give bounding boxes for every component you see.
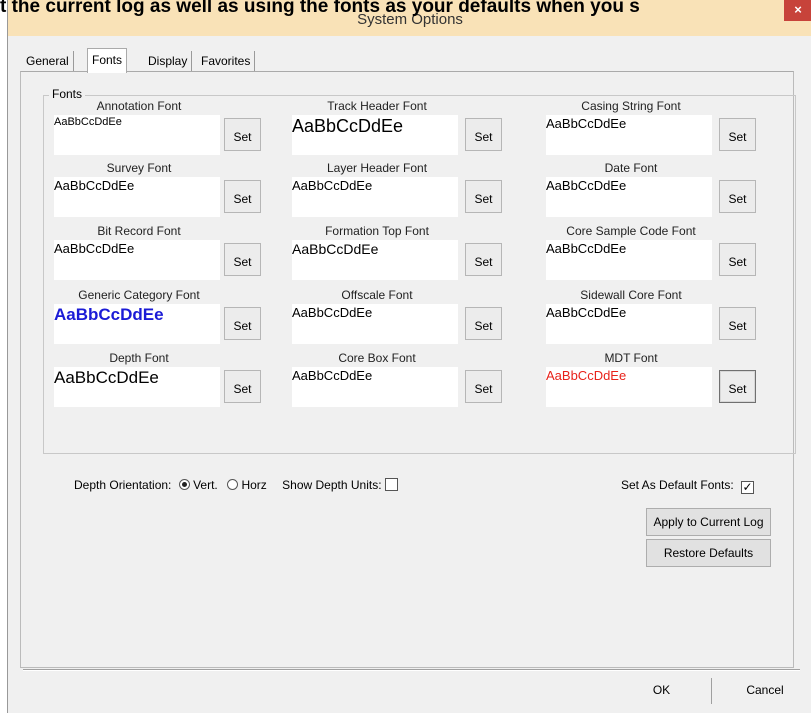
- depth-orientation-label: Depth Orientation:: [74, 478, 172, 492]
- depth-font-set-button[interactable]: Set: [224, 370, 261, 403]
- generic-category-font-sample: AaBbCcDdEe: [54, 304, 220, 344]
- core-sample-code-font-sample: AaBbCcDdEe: [546, 240, 712, 280]
- mdt-font-sample: AaBbCcDdEe: [546, 367, 712, 407]
- track-header-font-set-button[interactable]: Set: [465, 118, 502, 151]
- vert-label[interactable]: Vert.: [193, 478, 218, 492]
- survey-font-sample: AaBbCcDdEe: [54, 177, 220, 217]
- track-header-font-sample: AaBbCcDdEe: [292, 115, 458, 155]
- mdt-font-label: MDT Font: [604, 351, 658, 365]
- casing-string-font-sample: AaBbCcDdEe: [546, 115, 712, 155]
- offscale-font-sample: AaBbCcDdEe: [292, 304, 458, 344]
- core-box-font-label: Core Box Font: [338, 351, 416, 365]
- fonts-tab-panel: Fonts Annotation Font AaBbCcDdEe Set Track …: [20, 71, 796, 668]
- offscale-font-label: Offscale Font: [341, 288, 413, 302]
- system-options-dialog: System Options × General Fonts Display F…: [7, 0, 811, 713]
- survey-font-set-button[interactable]: Set: [224, 180, 261, 213]
- apply-to-current-log-button[interactable]: Apply to Current Log: [646, 508, 771, 536]
- cancel-button[interactable]: Cancel: [718, 676, 811, 704]
- depth-font-sample: AaBbCcDdEe: [54, 367, 220, 407]
- casing-string-font-sample-text: AaBbCcDdEe: [546, 116, 627, 131]
- core-box-font-set-button[interactable]: Set: [465, 370, 502, 403]
- layer-header-font-set-button[interactable]: Set: [465, 180, 502, 213]
- horz-label[interactable]: Horz: [241, 478, 266, 492]
- tab-general[interactable]: General: [22, 51, 74, 71]
- ok-button[interactable]: OK: [613, 676, 710, 704]
- vert-radio[interactable]: [178, 479, 190, 490]
- generic-category-font-set-button[interactable]: Set: [224, 307, 261, 340]
- tab-display[interactable]: Display: [144, 51, 193, 71]
- set-default-fonts-label: Set As Default Fonts:: [621, 478, 734, 492]
- footer-divider: [711, 678, 712, 704]
- track-header-font-label: Track Header Font: [327, 99, 427, 113]
- show-depth-units-label: Show Depth Units:: [282, 478, 382, 492]
- layer-header-font-label: Layer Header Font: [326, 161, 428, 175]
- formation-top-font-set-button[interactable]: Set: [465, 243, 502, 276]
- bit-record-font-sample-text: AaBbCcDdEe: [54, 241, 135, 256]
- offscale-font-set-button[interactable]: Set: [465, 307, 502, 340]
- survey-font-label: Survey Font: [106, 161, 172, 175]
- core-box-font-sample-text: AaBbCcDdEe: [292, 368, 373, 383]
- restore-defaults-button[interactable]: Restore Defaults: [646, 539, 771, 567]
- core-sample-code-font-sample-text: AaBbCcDdEe: [546, 241, 627, 256]
- offscale-font-sample-text: AaBbCcDdEe: [292, 305, 373, 320]
- date-font-sample: AaBbCcDdEe: [546, 177, 712, 217]
- bit-record-font-set-button[interactable]: Set: [224, 243, 261, 276]
- depth-orientation-row: Depth Orientation: Vert. Horz Show Depth…: [74, 478, 398, 492]
- formation-top-font-sample: AaBbCcDdEe: [292, 240, 458, 280]
- date-font-label: Date Font: [604, 161, 658, 175]
- annotation-font-label: Annotation Font: [96, 99, 182, 113]
- generic-category-font-sample-text: AaBbCcDdEe: [54, 305, 164, 324]
- depth-font-label: Depth Font: [109, 351, 169, 365]
- annotation-font-sample-text: AaBbCcDdEe: [54, 116, 122, 128]
- generic-category-font-label: Generic Category Font: [78, 288, 200, 302]
- tab-favorites[interactable]: Favorites: [197, 51, 256, 71]
- annotation-font-set-button[interactable]: Set: [224, 118, 261, 151]
- tab-fonts[interactable]: Fonts: [87, 48, 128, 73]
- set-default-fonts-checkbox[interactable]: ✓: [741, 480, 755, 494]
- fonts-groupbox: Fonts Annotation Font AaBbCcDdEe Set Track …: [43, 87, 796, 454]
- layer-header-font-sample: AaBbCcDdEe: [292, 177, 458, 217]
- core-sample-code-font-label: Core Sample Code Font: [566, 224, 696, 238]
- default-fonts-row: Set As Default Fonts: ✓: [621, 478, 755, 494]
- depth-font-sample-text: AaBbCcDdEe: [54, 368, 159, 387]
- bit-record-font-sample: AaBbCcDdEe: [54, 240, 220, 280]
- horz-radio[interactable]: [227, 479, 239, 490]
- core-sample-code-font-set-button[interactable]: Set: [719, 243, 756, 276]
- date-font-set-button[interactable]: Set: [719, 180, 756, 213]
- sidewall-core-font-sample-text: AaBbCcDdEe: [546, 305, 627, 320]
- sidewall-core-font-set-button[interactable]: Set: [719, 307, 756, 340]
- annotation-font-sample: AaBbCcDdEe: [54, 115, 220, 155]
- casing-string-font-label: Casing String Font: [581, 99, 681, 113]
- survey-font-sample-text: AaBbCcDdEe: [54, 178, 135, 193]
- core-box-font-sample: AaBbCcDdEe: [292, 367, 458, 407]
- footer-separator-highlight: [23, 670, 800, 671]
- formation-top-font-sample-text: AaBbCcDdEe: [292, 241, 379, 257]
- mdt-font-sample-text: AaBbCcDdEe: [546, 368, 627, 383]
- track-header-font-sample-text: AaBbCcDdEe: [292, 116, 404, 136]
- show-depth-units-checkbox[interactable]: [384, 478, 398, 491]
- formation-top-font-label: Formation Top Font: [325, 224, 429, 238]
- bit-record-font-label: Bit Record Font: [97, 224, 181, 238]
- casing-string-font-set-button[interactable]: Set: [719, 118, 756, 151]
- checkmark-icon: ✓: [742, 480, 753, 494]
- sidewall-core-font-label: Sidewall Core Font: [580, 288, 682, 302]
- layer-header-font-sample-text: AaBbCcDdEe: [292, 178, 373, 193]
- caption-overlay: t the current log as well as using the f…: [0, 0, 640, 17]
- date-font-sample-text: AaBbCcDdEe: [546, 178, 627, 193]
- mdt-font-set-button[interactable]: Set: [719, 370, 756, 403]
- sidewall-core-font-sample: AaBbCcDdEe: [546, 304, 712, 344]
